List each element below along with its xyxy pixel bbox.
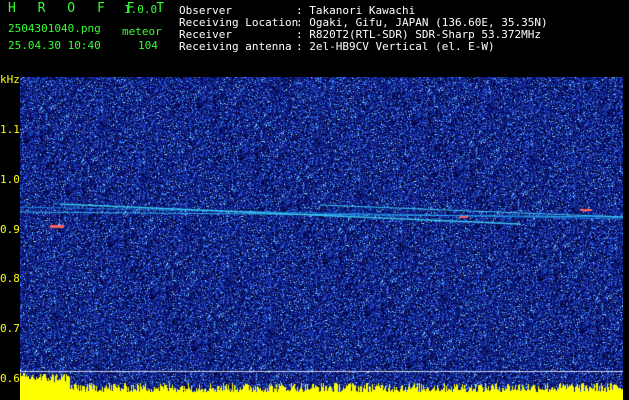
y-tick-label: 0.8	[0, 272, 20, 285]
y-tick-label: 1.0	[0, 173, 20, 186]
y-axis-unit: kHz	[0, 73, 20, 86]
y-tick-label: 0.9	[0, 223, 20, 236]
spectrogram	[20, 77, 623, 400]
date-time: 25.04.30 10:40	[8, 39, 101, 52]
header-panel: H R O F F T 1.0.0 2504301040.png meteor …	[0, 0, 629, 75]
mode-label: meteor	[122, 25, 162, 38]
file-name: 2504301040.png	[8, 22, 101, 35]
meteor-count: 104	[138, 39, 158, 52]
app-version: 1.0.0	[124, 3, 158, 16]
y-tick-label: 1.1	[0, 123, 20, 136]
spectrogram-canvas	[20, 77, 623, 400]
station-value-antenna: : 2el-HB9CV Vertical (el. E-W)	[296, 40, 495, 53]
y-tick-label: 0.6	[0, 372, 20, 385]
station-key-antenna: Receiving antenna	[179, 40, 292, 53]
y-tick-label: 0.7	[0, 322, 20, 335]
